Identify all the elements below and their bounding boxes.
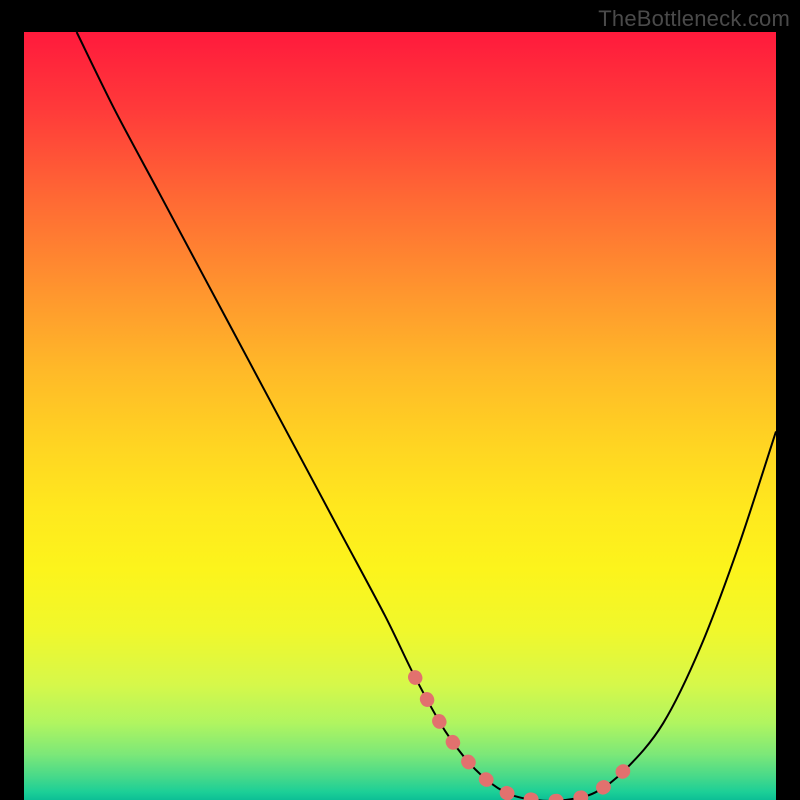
curve-svg: [24, 32, 776, 800]
watermark-text: TheBottleneck.com: [598, 6, 790, 32]
bottleneck-curve: [77, 32, 776, 800]
bottleneck-markers: [415, 677, 626, 800]
chart-frame: TheBottleneck.com: [0, 0, 800, 800]
plot-area: [24, 32, 776, 800]
